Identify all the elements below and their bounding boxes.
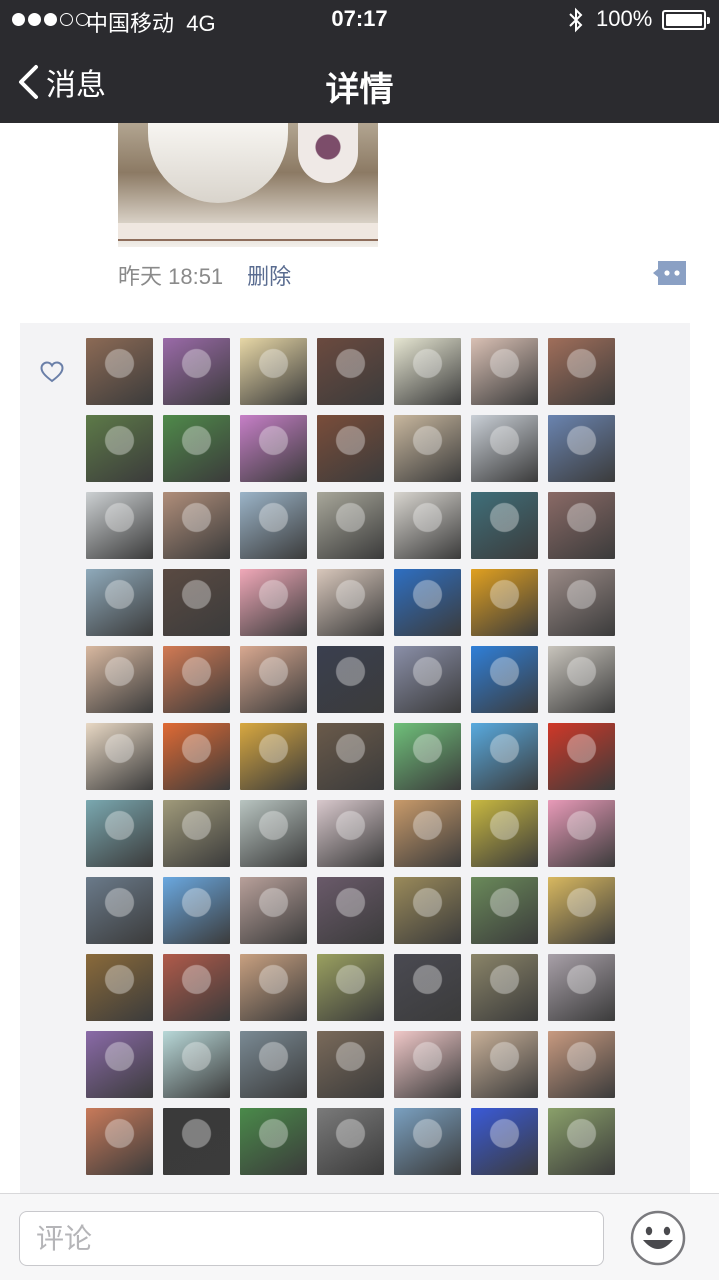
liker-avatar[interactable] [548,954,615,1021]
liker-avatar[interactable] [317,954,384,1021]
liker-avatar[interactable] [240,569,307,636]
liker-avatar[interactable] [240,492,307,559]
liker-avatar[interactable] [86,646,153,713]
liker-avatar[interactable] [86,569,153,636]
liker-avatar[interactable] [163,492,230,559]
liker-avatar[interactable] [317,646,384,713]
liker-avatar[interactable] [471,1031,538,1098]
liker-avatar[interactable] [394,569,461,636]
post-detail: 昨天 18:51 删除 [0,123,719,1193]
liker-avatar[interactable] [317,877,384,944]
delete-button[interactable]: 删除 [247,259,291,291]
liker-avatar[interactable] [240,877,307,944]
liker-avatar[interactable] [163,954,230,1021]
liker-avatar[interactable] [471,877,538,944]
liker-avatar[interactable] [240,723,307,790]
liker-avatar[interactable] [240,954,307,1021]
liker-avatar[interactable] [548,415,615,482]
bluetooth-icon [569,7,583,33]
liker-avatar[interactable] [548,800,615,867]
liker-avatar[interactable] [163,877,230,944]
navigation-bar: 消息 详情 [0,40,719,123]
liker-avatar[interactable] [163,723,230,790]
photo-sill [118,223,378,241]
likes-panel [20,323,690,1193]
liker-avatar[interactable] [394,954,461,1021]
battery-percent: 100% [596,6,653,31]
liker-avatar[interactable] [317,1031,384,1098]
liker-avatar[interactable] [240,1108,307,1175]
liker-avatar[interactable] [548,338,615,405]
top-bar: 中国移动 4G 07:17 100% 消息 详情 [0,0,719,123]
battery-icon [662,10,710,30]
liker-avatar[interactable] [471,646,538,713]
liker-avatar[interactable] [317,1108,384,1175]
liker-avatar[interactable] [394,800,461,867]
liker-avatar[interactable] [548,492,615,559]
liker-avatar[interactable] [317,800,384,867]
liker-avatar[interactable] [548,877,615,944]
liker-avatar[interactable] [86,800,153,867]
liker-avatar[interactable] [86,492,153,559]
liker-avatar[interactable] [394,492,461,559]
liker-avatar[interactable] [163,646,230,713]
liker-avatar[interactable] [548,646,615,713]
liker-avatar[interactable] [394,646,461,713]
heart-icon [40,361,64,383]
liker-avatar[interactable] [163,338,230,405]
liker-avatar[interactable] [394,338,461,405]
photo-vase [298,123,358,183]
liker-avatar[interactable] [317,338,384,405]
liker-avatar[interactable] [86,877,153,944]
liker-avatar[interactable] [86,338,153,405]
liker-avatar[interactable] [394,1108,461,1175]
liker-avatar[interactable] [471,492,538,559]
liker-avatar[interactable] [86,954,153,1021]
liker-avatar[interactable] [471,569,538,636]
liker-avatar[interactable] [394,877,461,944]
liker-avatar[interactable] [163,1108,230,1175]
liker-avatar[interactable] [471,723,538,790]
liker-avatar[interactable] [548,723,615,790]
liker-avatar[interactable] [86,415,153,482]
status-bar: 中国移动 4G 07:17 100% [0,0,719,40]
liker-avatar[interactable] [317,723,384,790]
liker-avatar[interactable] [240,415,307,482]
liker-avatar[interactable] [394,723,461,790]
liker-avatar[interactable] [548,1108,615,1175]
liker-avatar[interactable] [163,1031,230,1098]
photo-subject [148,123,288,203]
liker-avatar[interactable] [240,646,307,713]
liker-avatar[interactable] [471,1108,538,1175]
comment-bar [0,1193,719,1280]
liker-avatar[interactable] [317,415,384,482]
comment-icon[interactable] [652,259,688,287]
liker-avatar-grid [86,338,615,1175]
liker-avatar[interactable] [548,569,615,636]
liker-avatar[interactable] [394,415,461,482]
liker-avatar[interactable] [240,338,307,405]
liker-avatar[interactable] [548,1031,615,1098]
liker-avatar[interactable] [394,1031,461,1098]
liker-avatar[interactable] [86,723,153,790]
liker-avatar[interactable] [240,1031,307,1098]
liker-avatar[interactable] [471,800,538,867]
liker-avatar[interactable] [471,338,538,405]
post-photo[interactable] [118,123,378,247]
page-title: 详情 [325,71,394,109]
liker-avatar[interactable] [163,569,230,636]
liker-avatar[interactable] [317,492,384,559]
liker-avatar[interactable] [471,415,538,482]
liker-avatar[interactable] [471,954,538,1021]
liker-avatar[interactable] [163,800,230,867]
comment-input[interactable] [19,1211,604,1266]
liker-avatar[interactable] [86,1031,153,1098]
liker-avatar[interactable] [240,800,307,867]
liker-avatar[interactable] [163,415,230,482]
emoji-icon[interactable] [630,1210,686,1266]
liker-avatar[interactable] [86,1108,153,1175]
post-meta: 昨天 18:51 删除 [118,259,291,291]
post-time: 昨天 18:51 [118,264,224,289]
liker-avatar[interactable] [317,569,384,636]
